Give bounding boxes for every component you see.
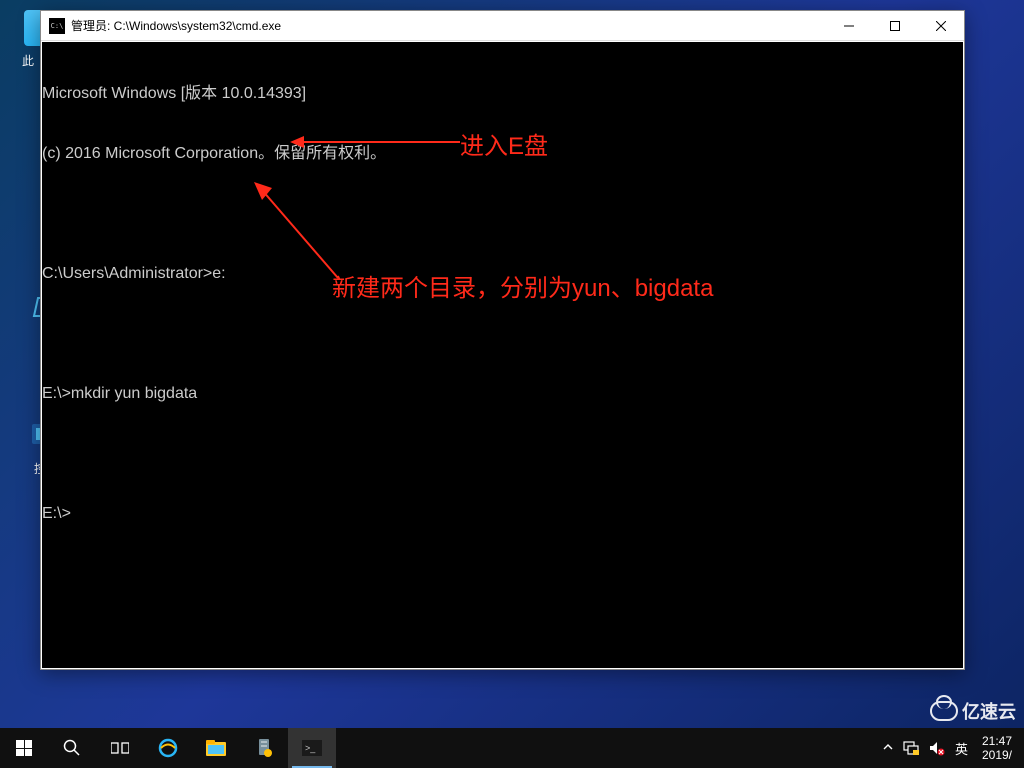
windows-logo-icon <box>16 740 32 756</box>
tray-network[interactable] <box>903 740 919 756</box>
console-line <box>42 324 963 344</box>
taskbar-ie[interactable] <box>144 728 192 768</box>
console-output[interactable]: Microsoft Windows [版本 10.0.14393] (c) 20… <box>42 42 963 668</box>
taskview-icon <box>111 741 129 755</box>
tray-volume[interactable] <box>929 740 945 756</box>
server-icon <box>253 737 275 759</box>
clock-time: 21:47 <box>982 734 1012 748</box>
console-line: E:\>mkdir yun bigdata <box>42 384 963 404</box>
start-button[interactable] <box>0 728 48 768</box>
clock-date: 2019/ <box>982 748 1012 762</box>
cmd-window: 管理员: C:\Windows\system32\cmd.exe Microso… <box>40 10 965 670</box>
watermark: 亿速云 <box>930 698 1016 724</box>
console-line: E:\> <box>42 504 963 524</box>
taskbar-explorer[interactable] <box>192 728 240 768</box>
cmd-icon <box>49 18 65 34</box>
taskview-button[interactable] <box>96 728 144 768</box>
console-line <box>42 204 963 224</box>
taskbar: >_ 英 21:47 2019/ <box>0 728 1024 768</box>
taskbar-cmd[interactable]: >_ <box>288 728 336 768</box>
watermark-text: 亿速云 <box>962 698 1016 724</box>
network-icon <box>903 740 919 756</box>
tray-clock[interactable]: 21:47 2019/ <box>978 734 1016 762</box>
maximize-button[interactable] <box>872 11 918 41</box>
chevron-up-icon <box>883 742 893 752</box>
console-line: C:\Users\Administrator>e: <box>42 264 963 284</box>
cmd-taskbar-icon: >_ <box>302 740 322 756</box>
console-line <box>42 444 963 464</box>
cloud-icon <box>930 701 958 721</box>
console-line: (c) 2016 Microsoft Corporation。保留所有权利。 <box>42 144 963 164</box>
desktop-icon-thispc-label: 此 <box>22 52 34 69</box>
system-tray: 英 21:47 2019/ <box>875 728 1024 768</box>
window-title: 管理员: C:\Windows\system32\cmd.exe <box>71 17 826 34</box>
search-icon <box>63 739 81 757</box>
taskbar-servermanager[interactable] <box>240 728 288 768</box>
console-line: Microsoft Windows [版本 10.0.14393] <box>42 84 963 104</box>
ie-icon <box>157 737 179 759</box>
svg-text:>_: >_ <box>305 743 316 753</box>
close-button[interactable] <box>918 11 964 41</box>
tray-ime[interactable]: 英 <box>955 739 968 758</box>
minimize-button[interactable] <box>826 11 872 41</box>
tray-overflow-button[interactable] <box>883 741 893 755</box>
explorer-icon <box>205 739 227 757</box>
search-button[interactable] <box>48 728 96 768</box>
volume-icon <box>929 740 945 756</box>
titlebar[interactable]: 管理员: C:\Windows\system32\cmd.exe <box>41 11 964 41</box>
